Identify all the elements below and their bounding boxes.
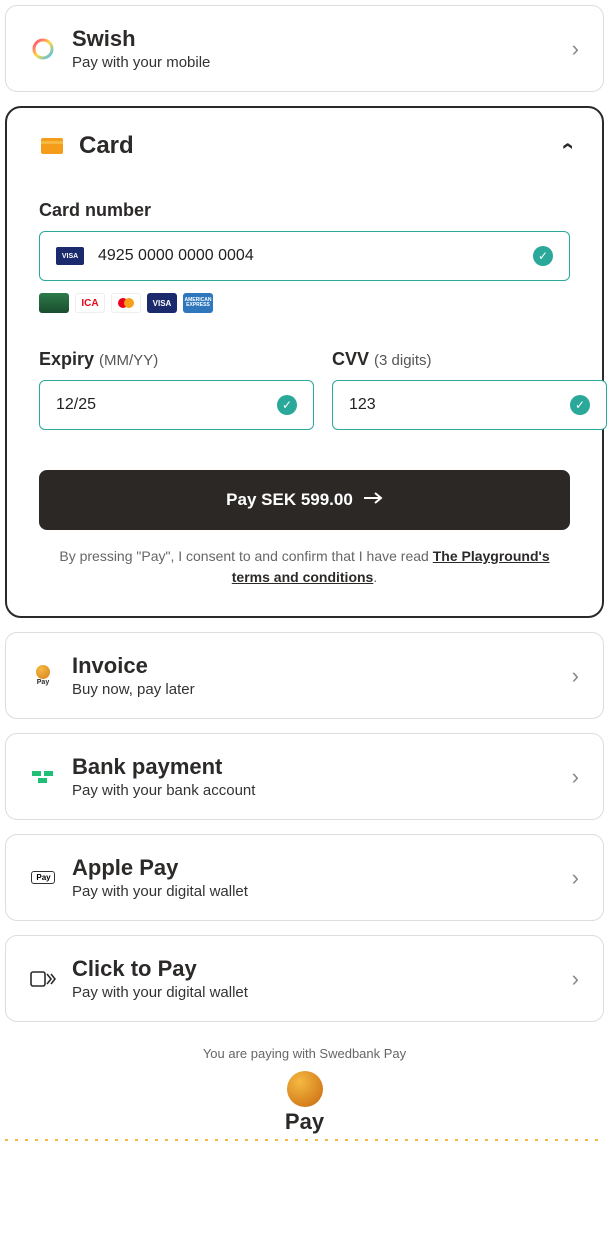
brand-visa-icon: VISA bbox=[147, 293, 177, 313]
chevron-right-icon: › bbox=[572, 966, 579, 992]
expiry-field-wrap[interactable]: ✓ bbox=[39, 380, 314, 430]
cvv-field-wrap[interactable]: ✓ bbox=[332, 380, 607, 430]
expiry-label: Expiry (MM/YY) bbox=[39, 349, 314, 370]
invoice-icon: Pay bbox=[30, 663, 56, 689]
cvv-label: CVV (3 digits) bbox=[332, 349, 607, 370]
swedbank-pay-logo: Pay bbox=[285, 1071, 324, 1135]
apple-pay-subtitle: Pay with your digital wallet bbox=[72, 883, 556, 900]
card-number-input[interactable] bbox=[98, 247, 519, 265]
chevron-right-icon: › bbox=[572, 865, 579, 891]
coin-icon bbox=[287, 1071, 323, 1107]
visa-icon: VISA bbox=[56, 247, 84, 265]
chevron-right-icon: › bbox=[572, 764, 579, 790]
bank-icon bbox=[30, 764, 56, 790]
invoice-title: Invoice bbox=[72, 653, 556, 679]
card-header[interactable]: Card › bbox=[39, 132, 570, 160]
check-icon: ✓ bbox=[533, 246, 553, 266]
card-number-label: Card number bbox=[39, 200, 570, 221]
footer-text: You are paying with Swedbank Pay bbox=[5, 1046, 604, 1061]
swish-title: Swish bbox=[72, 26, 556, 52]
check-icon: ✓ bbox=[277, 395, 297, 415]
pay-button[interactable]: Pay SEK 599.00 bbox=[39, 470, 570, 530]
apple-pay-icon: Pay bbox=[30, 865, 56, 891]
swish-icon bbox=[30, 36, 56, 62]
pay-word: Pay bbox=[285, 1109, 324, 1135]
chevron-right-icon: › bbox=[572, 36, 579, 62]
payment-option-click-to-pay[interactable]: Click to Pay Pay with your digital walle… bbox=[5, 935, 604, 1022]
pay-button-label: Pay SEK 599.00 bbox=[226, 490, 353, 510]
brand-amex-icon: AMERICANEXPRESS bbox=[183, 293, 213, 313]
decorative-dots bbox=[5, 1139, 604, 1141]
payment-option-card-expanded: Card › Card number VISA ✓ ICA VISA AMERI… bbox=[5, 106, 604, 618]
cvv-input[interactable] bbox=[349, 396, 556, 414]
chevron-right-icon: › bbox=[572, 663, 579, 689]
footer: You are paying with Swedbank Pay Pay bbox=[5, 1046, 604, 1141]
card-number-field-wrap[interactable]: VISA ✓ bbox=[39, 231, 570, 281]
card-title: Card bbox=[79, 132, 549, 160]
payment-option-bank[interactable]: Bank payment Pay with your bank account … bbox=[5, 733, 604, 820]
payment-option-apple-pay[interactable]: Pay Apple Pay Pay with your digital wall… bbox=[5, 834, 604, 921]
brand-generic-icon bbox=[39, 293, 69, 313]
payment-option-invoice[interactable]: Pay Invoice Buy now, pay later › bbox=[5, 632, 604, 719]
brand-ica-icon: ICA bbox=[75, 293, 105, 313]
payment-option-swish[interactable]: Swish Pay with your mobile › bbox=[5, 5, 604, 92]
arrow-right-icon bbox=[363, 490, 383, 510]
check-icon: ✓ bbox=[570, 395, 590, 415]
apple-pay-title: Apple Pay bbox=[72, 855, 556, 881]
swish-subtitle: Pay with your mobile bbox=[72, 54, 556, 71]
expiry-input[interactable] bbox=[56, 396, 263, 414]
bank-subtitle: Pay with your bank account bbox=[72, 782, 556, 799]
consent-text: By pressing "Pay", I consent to and conf… bbox=[39, 546, 570, 588]
chevron-up-icon: › bbox=[553, 142, 579, 149]
accepted-brands: ICA VISA AMERICANEXPRESS bbox=[39, 293, 570, 313]
click-to-pay-icon bbox=[30, 966, 56, 992]
bank-title: Bank payment bbox=[72, 754, 556, 780]
card-icon bbox=[39, 133, 65, 159]
click-to-pay-title: Click to Pay bbox=[72, 956, 556, 982]
invoice-subtitle: Buy now, pay later bbox=[72, 681, 556, 698]
brand-mastercard-icon bbox=[111, 293, 141, 313]
click-to-pay-subtitle: Pay with your digital wallet bbox=[72, 984, 556, 1001]
